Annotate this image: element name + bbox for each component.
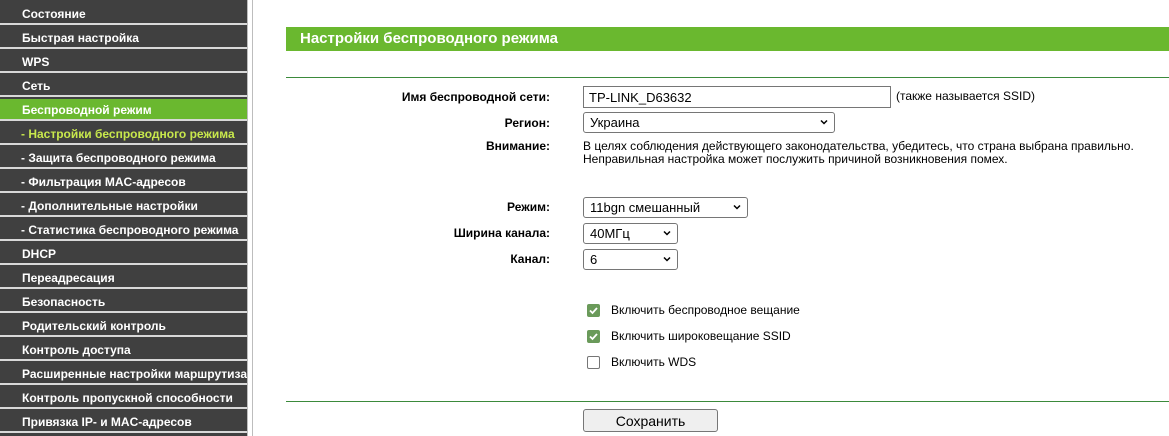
sidebar-menu: Состояние Быстрая настройка WPS Сеть Бес… bbox=[0, 0, 247, 436]
channel-width-select[interactable]: 40МГц bbox=[583, 223, 678, 244]
enable-ssid-broadcast-checkbox[interactable] bbox=[587, 330, 600, 343]
check-icon bbox=[589, 307, 598, 315]
sidebar-item-wireless-settings[interactable]: - Настройки беспроводного режима bbox=[0, 123, 247, 145]
sidebar-item-advanced-routing[interactable]: Расширенные настройки маршрутизатора bbox=[0, 363, 247, 385]
enable-wireless-label: Включить беспроводное вещание bbox=[611, 303, 800, 317]
channel-value: 6 bbox=[590, 252, 598, 267]
chevron-down-icon bbox=[733, 204, 741, 210]
channel-select[interactable]: 6 bbox=[583, 249, 678, 270]
mode-value: 11bgn смешанный bbox=[590, 200, 701, 215]
region-select[interactable]: Украина bbox=[583, 112, 835, 133]
channel-width-label: Ширина канала: bbox=[453, 226, 550, 240]
sidebar-item-parental-control[interactable]: Родительский контроль bbox=[0, 315, 247, 337]
enable-wds-label: Включить WDS bbox=[611, 355, 697, 369]
check-icon bbox=[589, 333, 598, 341]
ssid-label: Имя беспроводной сети: bbox=[401, 90, 550, 104]
enable-wireless-checkbox[interactable] bbox=[587, 304, 600, 317]
mode-label: Режим: bbox=[507, 200, 550, 214]
sidebar-item-wps[interactable]: WPS bbox=[0, 51, 247, 73]
top-divider bbox=[286, 77, 1169, 78]
frame-divider[interactable] bbox=[247, 0, 253, 436]
save-button[interactable]: Сохранить bbox=[583, 409, 718, 432]
sidebar-item-wireless-stats[interactable]: - Статистика беспроводного режима bbox=[0, 219, 247, 241]
chevron-down-icon bbox=[663, 256, 671, 262]
sidebar-item-mac-filtering[interactable]: - Фильтрация MAC-адресов bbox=[0, 171, 247, 193]
enable-wds-checkbox[interactable] bbox=[587, 356, 600, 369]
sidebar-item-security[interactable]: Безопасность bbox=[0, 291, 247, 313]
channel-width-value: 40МГц bbox=[590, 226, 630, 241]
region-label: Регион: bbox=[504, 116, 550, 130]
sidebar-item-forwarding[interactable]: Переадресация bbox=[0, 267, 247, 289]
sidebar-item-advanced-wireless[interactable]: - Дополнительные настройки bbox=[0, 195, 247, 217]
sidebar-item-access-control[interactable]: Контроль доступа bbox=[0, 339, 247, 361]
enable-ssid-broadcast-label: Включить широковещание SSID bbox=[611, 329, 791, 343]
warning-line-2: Неправильная настройка может послужить п… bbox=[583, 152, 1008, 166]
sidebar-item-ip-mac-binding[interactable]: Привязка IP- и MAC-адресов bbox=[0, 411, 247, 433]
channel-label: Канал: bbox=[510, 252, 550, 266]
mode-select[interactable]: 11bgn смешанный bbox=[583, 197, 748, 218]
sidebar-item-status[interactable]: Состояние bbox=[0, 3, 247, 25]
chevron-down-icon bbox=[820, 119, 828, 125]
bottom-divider bbox=[286, 401, 1169, 402]
sidebar-item-quick-setup[interactable]: Быстрая настройка bbox=[0, 27, 247, 49]
sidebar-item-network[interactable]: Сеть bbox=[0, 75, 247, 97]
ssid-input[interactable] bbox=[583, 86, 891, 108]
page-title: Настройки беспроводного режима bbox=[286, 27, 1169, 51]
chevron-down-icon bbox=[663, 230, 671, 236]
sidebar-item-bandwidth-control[interactable]: Контроль пропускной способности bbox=[0, 387, 247, 409]
ssid-hint: (также называется SSID) bbox=[896, 89, 1035, 103]
sidebar-item-wireless-security[interactable]: - Защита беспроводного режима bbox=[0, 147, 247, 169]
sidebar-item-dhcp[interactable]: DHCP bbox=[0, 243, 247, 265]
sidebar-item-wireless[interactable]: Беспроводной режим bbox=[0, 99, 247, 121]
warning-label: Внимание: bbox=[486, 139, 550, 153]
region-value: Украина bbox=[590, 115, 640, 130]
warning-line-1: В целях соблюдения действующего законода… bbox=[583, 139, 1134, 153]
